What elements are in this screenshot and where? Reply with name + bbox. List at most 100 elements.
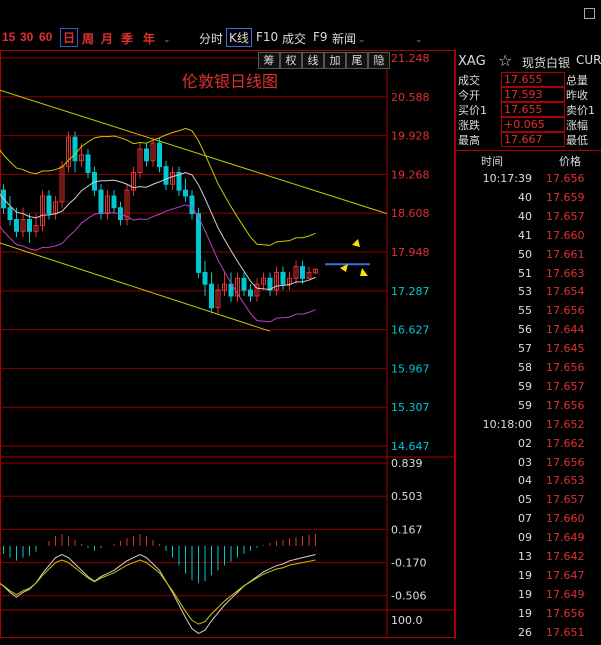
tick-row: 19 17.647 [456,569,601,588]
period-4[interactable]: 周 [82,30,94,47]
bollinger-lower [0,204,316,323]
tick-time: 19 [518,587,532,601]
price-tick-label: 18.608 [391,207,430,220]
chart-title: 伦敦银日线图 [182,72,279,91]
tick-row: 07 17.660 [456,512,601,531]
tick-row: 19 17.649 [456,588,601,607]
trades-button[interactable]: 成交 [282,30,306,47]
tick-price: 17.644 [546,323,585,337]
tick-time: 10:18:00 [482,417,532,431]
info-row: 今开 17.593 昨收 [456,87,601,103]
candle-body [144,148,149,162]
tick-row: 55 17.656 [456,304,601,323]
instrument-code: CUR [576,53,601,67]
tick-row: 58 17.656 [456,361,601,380]
tick-time: 09 [518,531,532,545]
info-value: +0.065 [501,117,565,132]
candle-body [72,136,78,162]
period-1[interactable]: 30 [20,30,33,44]
candle-body [163,166,169,185]
chart-tool-5[interactable]: 隐 [368,52,390,69]
candle-body [183,189,188,197]
tick-price: 17.662 [546,436,585,450]
candle-body [111,195,117,209]
candle-body [7,207,13,221]
arrow-left-icon [340,264,348,272]
tick-time: 10:17:39 [482,172,532,185]
macd-tick-label: 0.839 [391,457,423,470]
price-tick-label: 16.627 [391,324,430,337]
news-dropdown-icon[interactable]: ⌄ [358,35,366,45]
candle-body [248,289,253,297]
tick-time: 03 [518,455,532,469]
info-value: 17.655 [501,72,565,87]
instrument-name: 现货白银 [522,56,571,70]
tick-time: 59 [518,379,532,393]
kline-button[interactable]: K线 [226,28,252,47]
chart-tool-0[interactable]: 筹 [258,52,280,69]
macd-tick-label: 0.167 [391,523,423,536]
tick-row: 13 17.642 [456,550,601,569]
tick-price: 17.656 [546,304,585,318]
info-label-2: 最低 [566,134,588,147]
macd-tick-label: -0.170 [391,557,426,570]
intraday-button[interactable]: 分时 [199,30,223,47]
tick-price: 17.657 [546,493,585,507]
period-6[interactable]: 季 [121,30,133,47]
kline-chart[interactable]: 21.248 20.588 19.928 19.268 18.608 17.948 17.2… [0,50,455,638]
tick-price: 17.649 [546,587,585,601]
tick-time: 05 [518,493,532,507]
period-7[interactable]: 年 [143,30,155,47]
chart-tool-3[interactable]: 加 [324,52,346,69]
info-label: 最高 [458,134,480,147]
star-icon[interactable]: ☆ [498,51,512,70]
tick-row: 09 17.649 [456,531,601,550]
tick-price: 17.653 [546,474,585,488]
tick-price: 17.656 [546,172,585,185]
tick-row: 41 17.660 [456,229,601,248]
tick-time: 26 [518,625,532,639]
quote-panel: XAG ☆ 现货白银 CUR 成交 17.655 总量 今开 17.593 昨收 买价1 17… [455,50,601,639]
tick-row: 51 17.663 [456,267,601,286]
price-tick-label: 17.287 [391,285,430,298]
tick-row: 10:18:00 17.652 [456,418,601,437]
tick-price: 17.645 [546,342,585,356]
price-tick-label: 15.967 [391,362,430,375]
tick-price: 17.647 [546,568,585,582]
info-value: 17.593 [501,87,565,102]
more-dropdown-icon[interactable]: ⌄ [415,35,423,45]
tick-time: 13 [518,550,532,563]
tick-price: 17.642 [546,550,585,563]
chart-tool-1[interactable]: 权 [280,52,302,69]
tick-row: 56 17.644 [456,323,601,342]
tick-price: 17.656 [546,361,585,374]
chart-tool-4[interactable]: 尾 [346,52,368,69]
tick-row: 50 17.661 [456,248,601,267]
period-5[interactable]: 月 [101,30,113,47]
time-header: 时间 [481,155,503,168]
tick-row: 53 17.654 [456,285,601,304]
f10-button[interactable]: F10 [256,30,278,44]
candle-body [209,283,214,309]
tick-price: 17.656 [546,606,585,620]
tick-row: 05 17.657 [456,493,601,512]
candle-body [157,142,162,168]
candle-body [241,277,247,291]
trendline-upper [0,89,388,215]
news-button[interactable]: 新闻 [332,30,356,47]
top-right-icon[interactable] [584,8,595,19]
candle-body [98,189,104,215]
info-label-2: 昨收 [566,89,588,102]
period-2[interactable]: 60 [39,30,52,44]
period-0[interactable]: 15 [2,30,15,44]
f9-button[interactable]: F9 [313,30,328,44]
info-row: 买价1 17.655 卖价1 [456,102,601,118]
tick-time: 59 [518,398,532,412]
period-dropdown-icon[interactable]: ⌄ [163,35,171,45]
tick-time: 57 [518,342,532,356]
tick-row: 02 17.662 [456,437,601,456]
chart-tool-2[interactable]: 线 [302,52,324,69]
period-3[interactable]: 日 [60,28,79,47]
dif-line [0,553,316,634]
info-label-2: 卖价1 [566,104,595,117]
